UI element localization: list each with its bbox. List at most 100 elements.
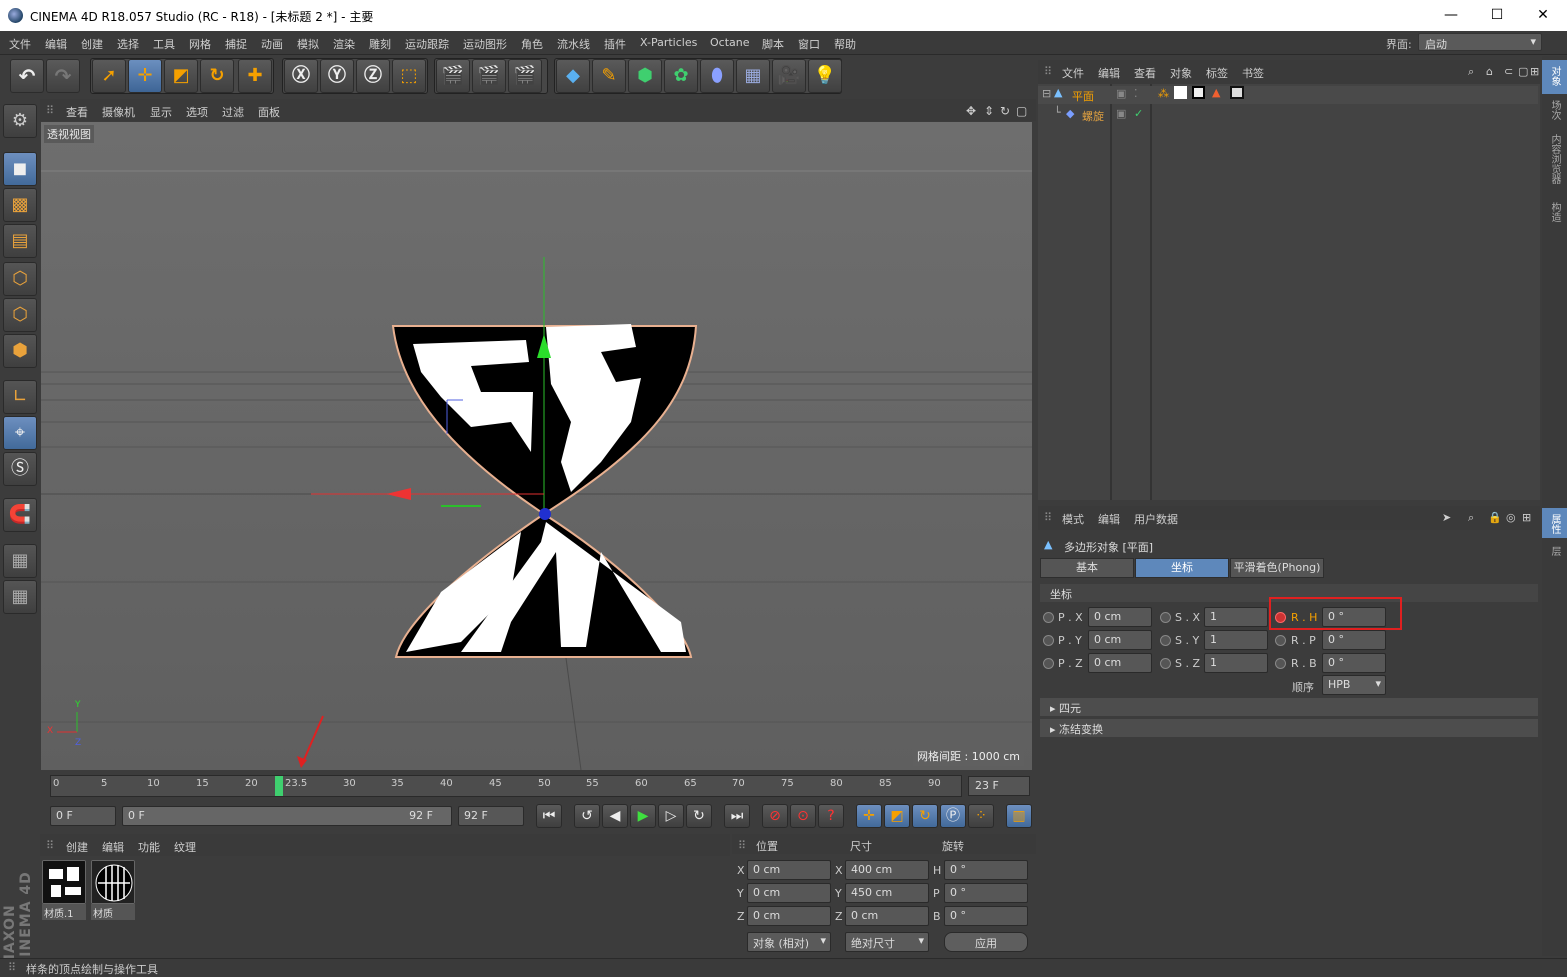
close-button[interactable]: ✕ [1520, 4, 1566, 26]
tab-layers[interactable]: 层 [1547, 546, 1562, 556]
coord-mode-select[interactable]: 对象 (相对) ▾ [747, 932, 831, 952]
rotation-b-field[interactable]: 0 ° [944, 906, 1028, 926]
menu-render[interactable]: 渲染 [333, 36, 355, 52]
undo-button[interactable]: ↶ [10, 59, 44, 93]
menu-sculpt[interactable]: 雕刻 [369, 36, 391, 52]
scale-tool-button[interactable]: ◩ [164, 59, 198, 93]
move-tool-button[interactable]: ✛ [128, 59, 162, 93]
go-to-start-button[interactable]: ⏮ [536, 804, 562, 828]
om-menu-objects[interactable]: 对象 [1170, 65, 1192, 81]
menu-window[interactable]: 窗口 [798, 36, 820, 52]
menu-mesh[interactable]: 网格 [189, 36, 211, 52]
menu-animate[interactable]: 动画 [261, 36, 283, 52]
play-button[interactable]: ▶ [630, 804, 656, 828]
render-view-button[interactable]: 🎬 [436, 59, 470, 93]
animate-param-toggle[interactable] [1043, 612, 1054, 623]
animate-param-toggle[interactable] [1043, 658, 1054, 669]
om-menu-tags[interactable]: 标签 [1206, 65, 1228, 81]
object-name[interactable]: 螺旋 [1082, 108, 1104, 124]
animate-param-toggle[interactable] [1160, 658, 1171, 669]
workplane-lock-button[interactable]: ▦ [3, 544, 37, 578]
s-x-field[interactable]: 1 [1204, 607, 1268, 627]
edges-mode-button[interactable]: ⬡ [3, 298, 37, 332]
animate-param-toggle[interactable] [1275, 658, 1286, 669]
cube-object-button[interactable]: ◆ [556, 59, 590, 93]
tree-collapse-icon[interactable]: ⊟ [1042, 87, 1051, 100]
search-icon[interactable]: ⌕ [1468, 65, 1474, 79]
menu-create[interactable]: 创建 [81, 36, 103, 52]
position-z-field[interactable]: 0 cm [747, 906, 831, 926]
menu-help[interactable]: 帮助 [834, 36, 856, 52]
lock-icon[interactable]: ▢ [1518, 65, 1528, 78]
minimize-button[interactable]: — [1428, 4, 1474, 26]
om-menu-edit[interactable]: 编辑 [1098, 65, 1120, 81]
material-menu-function[interactable]: 功能 [138, 839, 160, 855]
next-key-button[interactable]: ↻ [686, 804, 712, 828]
autokey-button[interactable]: ⊙ [790, 804, 816, 828]
menu-plugins[interactable]: 插件 [604, 36, 626, 52]
visibility-toggle-icon[interactable]: ▣ [1116, 87, 1126, 100]
size-mode-select[interactable]: 绝对尺寸 ▾ [845, 932, 929, 952]
go-to-end-button[interactable]: ⏭ [724, 804, 750, 828]
om-menu-file[interactable]: 文件 [1062, 65, 1084, 81]
workplane-align-button[interactable]: ▦ [3, 580, 37, 614]
menu-motion-tracking[interactable]: 运动跟踪 [405, 36, 449, 52]
viewport-nav-zoom-icon[interactable]: ⇕ [984, 104, 994, 118]
maximize-button[interactable]: ☐ [1474, 4, 1520, 26]
previous-key-button[interactable]: ↺ [574, 804, 600, 828]
next-frame-button[interactable]: ▷ [658, 804, 684, 828]
make-editable-button[interactable]: ⚙ [3, 104, 37, 138]
snap-button[interactable]: Ⓢ [3, 452, 37, 486]
new-manager-icon[interactable]: ⊞ [1522, 511, 1531, 524]
magnet-button[interactable]: 🧲 [3, 498, 37, 532]
new-manager-icon[interactable]: ⊞ [1530, 65, 1539, 78]
deformer-button[interactable]: ⬮ [700, 59, 734, 93]
menu-script[interactable]: 脚本 [762, 36, 784, 52]
menu-select[interactable]: 选择 [117, 36, 139, 52]
range-slider[interactable]: 0 F 92 F [122, 806, 452, 826]
rotation-p-field[interactable]: 0 ° [944, 883, 1028, 903]
spline-pen-button[interactable]: ✎ [592, 59, 626, 93]
render-settings-button[interactable]: 🎬 [508, 59, 542, 93]
record-active-button[interactable]: ⊘ [762, 804, 788, 828]
x-axis-lock-button[interactable]: Ⓧ [284, 59, 318, 93]
tab-structure[interactable]: 构造 [1547, 202, 1562, 222]
menu-x-particles[interactable]: X-Particles [640, 36, 697, 49]
tab-phong[interactable]: 平滑着色(Phong) [1230, 558, 1324, 578]
apply-button[interactable]: 应用 [944, 932, 1028, 952]
animate-param-toggle[interactable] [1275, 635, 1286, 646]
menu-octane[interactable]: Octane [710, 36, 750, 49]
viewport-menu-display[interactable]: 显示 [150, 104, 172, 120]
coordinate-system-button[interactable]: ⬚ [392, 59, 426, 93]
interface-select[interactable]: 启动 ▾ [1418, 33, 1542, 51]
texture-tag-icon[interactable] [1192, 86, 1205, 99]
subdivision-button[interactable]: ⬢ [628, 59, 662, 93]
attr-menu-edit[interactable]: 编辑 [1098, 511, 1120, 527]
menu-snap[interactable]: 捕捉 [225, 36, 247, 52]
points-mode-button[interactable]: ⬡ [3, 262, 37, 296]
render-toggle-icon[interactable]: ⁚ [1134, 87, 1138, 100]
end-frame-field[interactable]: 92 F [458, 806, 524, 826]
tab-attributes[interactable]: 属性 [1547, 514, 1562, 534]
perspective-viewport[interactable]: 透视视图 Y X Z 网格间距 : 1000 cm [41, 122, 1032, 770]
p-x-field[interactable]: 0 cm [1088, 607, 1152, 627]
live-select-button[interactable]: ➚ [92, 59, 126, 93]
viewport-menu-view[interactable]: 查看 [66, 104, 88, 120]
home-icon[interactable]: ⌂ [1486, 65, 1493, 78]
key-scale-button[interactable]: ◩ [884, 804, 910, 828]
target-icon[interactable]: ◎ [1506, 511, 1516, 524]
size-z-field[interactable]: 0 cm [845, 906, 929, 926]
menu-edit[interactable]: 编辑 [45, 36, 67, 52]
tab-content-browser[interactable]: 内容浏览器 [1547, 134, 1562, 184]
viewport-nav-rotate-icon[interactable]: ↻ [1000, 104, 1010, 118]
key-position-button[interactable]: ✛ [856, 804, 882, 828]
freeze-transform-section[interactable]: ▸ 冻结变换 [1040, 719, 1538, 737]
search-icon[interactable]: ⌕ [1468, 511, 1474, 525]
tweak-mode-button[interactable]: ⌖ [3, 416, 37, 450]
animate-param-toggle[interactable] [1043, 635, 1054, 646]
attr-menu-user-data[interactable]: 用户数据 [1134, 511, 1178, 527]
recent-tool-button[interactable]: ✚ [238, 59, 272, 93]
lock-icon[interactable]: 🔒 [1488, 511, 1502, 524]
material-menu-texture[interactable]: 纹理 [174, 839, 196, 855]
om-menu-view[interactable]: 查看 [1134, 65, 1156, 81]
